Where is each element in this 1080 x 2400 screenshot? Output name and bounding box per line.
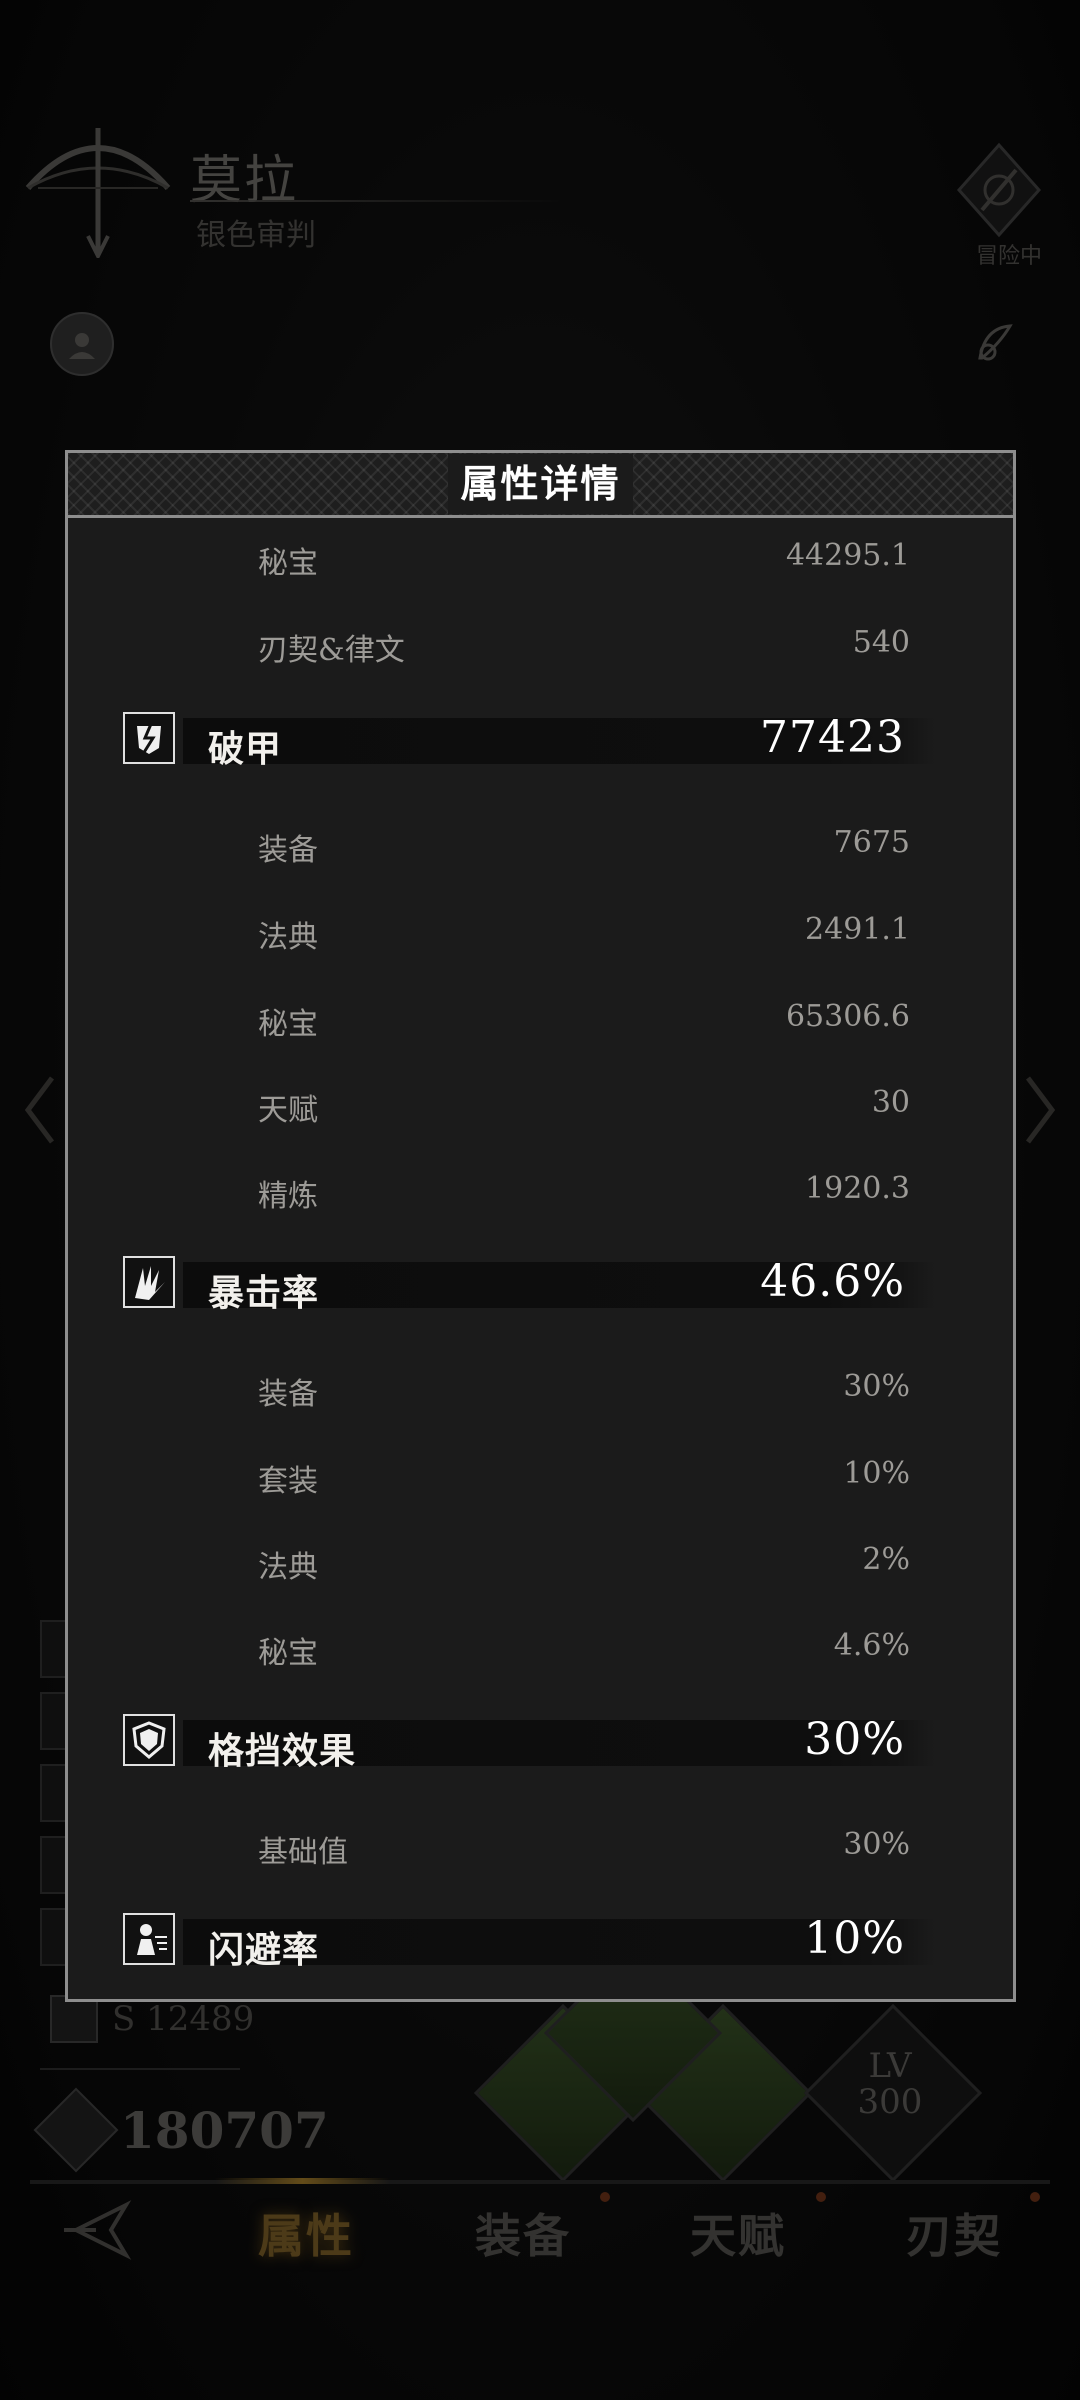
main-stat-value: 46.6%	[760, 1256, 905, 1307]
sub-stat-value: 44295.1	[785, 538, 910, 573]
modal-title: 属性详情	[448, 454, 633, 514]
sub-stat-row: 刃契&律文 540	[258, 625, 910, 668]
sub-stat-value: 10%	[843, 1456, 910, 1491]
main-stat-value: 10%	[804, 1913, 905, 1964]
sub-stat-label: 秘宝	[258, 1636, 318, 1671]
skill-level-label: LV 300	[857, 2046, 923, 2122]
sub-stat-row: 法典 2%	[258, 1542, 910, 1585]
main-stat-row: 格挡效果 30%	[123, 1714, 935, 1772]
talent-notification-dot	[816, 2192, 826, 2202]
sub-stat-value: 540	[852, 625, 910, 660]
sub-stat-row: 装备 7675	[258, 825, 910, 868]
sub-stat-value: 2491.1	[805, 912, 910, 947]
tab-equipment[interactable]: 装备	[475, 2200, 571, 2266]
sub-stat-label: 套装	[258, 1464, 318, 1499]
next-character-arrow-icon[interactable]	[1020, 1070, 1060, 1150]
shield-icon	[123, 1714, 175, 1766]
sub-stat-label: 精炼	[258, 1179, 318, 1214]
modal-header: 属性详情	[68, 453, 1013, 518]
dodge-icon	[123, 1913, 175, 1965]
sub-stat-label: 装备	[258, 833, 318, 868]
tab-blade-pact[interactable]: 刃契	[906, 2200, 1002, 2266]
sub-stat-value: 1920.3	[805, 1171, 910, 1206]
portrait-icon	[69, 333, 95, 359]
sub-stat-label: 法典	[258, 920, 318, 955]
tab-attributes[interactable]: 属性	[258, 2200, 354, 2266]
nav-active-indicator	[215, 2178, 390, 2184]
armor-break-icon	[123, 712, 175, 764]
main-stat-label: 暴击率	[208, 1272, 320, 1314]
sub-stat-label: 天赋	[258, 1093, 318, 1128]
blade-pact-notification-dot	[1030, 2192, 1040, 2202]
sub-stat-value: 4.6%	[833, 1628, 910, 1663]
sub-stat-value: 30	[871, 1085, 910, 1120]
round-menu-button[interactable]	[50, 312, 114, 376]
power-total: 180707	[33, 2087, 329, 2173]
character-subtitle: 银色审判	[196, 218, 316, 253]
power-total-icon	[33, 2087, 119, 2173]
sub-stat-row: 精炼 1920.3	[258, 1171, 910, 1214]
main-stat-label: 闪避率	[208, 1929, 320, 1971]
score-divider	[40, 2068, 240, 2070]
main-stat-row: 闪避率 10%	[123, 1913, 935, 1971]
sub-stat-value: 2%	[862, 1542, 910, 1577]
crit-rate-icon	[123, 1256, 175, 1308]
name-underline	[190, 200, 560, 202]
feather-icon[interactable]	[970, 318, 1020, 368]
sub-stat-value: 30%	[843, 1369, 910, 1404]
sub-stat-row: 秘宝 44295.1	[258, 538, 910, 581]
attribute-details-modal: 属性详情 秘宝 44295.1 刃契&律文 540 破甲 77423 装备 76…	[65, 450, 1016, 2002]
tab-talent[interactable]: 天赋	[690, 2200, 786, 2266]
sub-stat-label: 秘宝	[258, 1007, 318, 1042]
main-stat-row: 破甲 77423	[123, 712, 935, 770]
previous-character-arrow-icon[interactable]	[20, 1070, 60, 1150]
sub-stat-label: 法典	[258, 1550, 318, 1585]
sub-stat-row: 法典 2491.1	[258, 912, 910, 955]
sub-stat-row: 装备 30%	[258, 1369, 910, 1412]
power-small-value: S 12489	[112, 1999, 255, 2039]
sub-stat-row: 基础值 30%	[258, 1827, 910, 1870]
main-stat-value: 77423	[760, 712, 905, 763]
sub-stat-value: 30%	[843, 1827, 910, 1862]
sub-stat-row: 套装 10%	[258, 1456, 910, 1499]
skill-tiles: LV 300	[470, 1943, 1070, 2190]
sub-stat-value: 7675	[833, 825, 910, 860]
main-stat-row: 暴击率 46.6%	[123, 1256, 935, 1314]
screen: 莫拉 银色审判 冒险中 S 12489 180707 LV 300 属性 装备 …	[0, 0, 1080, 2400]
power-small: S 12489	[50, 1995, 254, 2043]
sub-stat-label: 装备	[258, 1377, 318, 1412]
power-small-icon	[50, 1995, 98, 2043]
sub-stat-label: 秘宝	[258, 546, 318, 581]
main-stat-value: 30%	[804, 1714, 905, 1765]
sub-stat-row: 秘宝 65306.6	[258, 999, 910, 1042]
nav-rail	[30, 2180, 1050, 2184]
sub-stat-label: 基础值	[258, 1835, 348, 1870]
adventure-badge-label: 冒险中	[975, 244, 1042, 269]
back-arrow-icon[interactable]	[56, 2195, 136, 2265]
main-stat-label: 格挡效果	[208, 1730, 357, 1772]
power-total-value: 180707	[120, 2100, 329, 2160]
sub-stat-value: 65306.6	[785, 999, 910, 1034]
sub-stat-row: 秘宝 4.6%	[258, 1628, 910, 1671]
bow-emblem-icon	[25, 128, 171, 258]
sub-stat-label: 刃契&律文	[258, 633, 405, 668]
equipment-notification-dot	[600, 2192, 610, 2202]
sub-stat-row: 天赋 30	[258, 1085, 910, 1128]
main-stat-label: 破甲	[208, 728, 283, 770]
